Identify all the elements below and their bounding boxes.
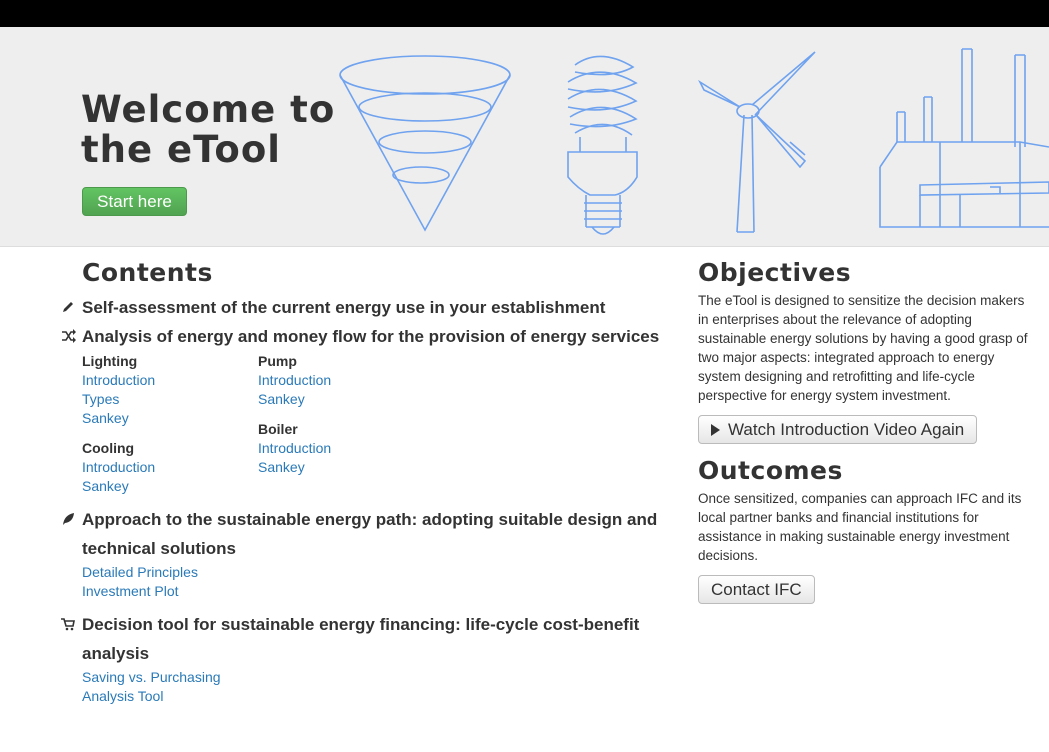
boiler-sankey-link[interactable]: Sankey (258, 458, 458, 477)
analysis-tool-link[interactable]: Analysis Tool (82, 687, 680, 706)
shopping-cart-icon (60, 616, 76, 632)
section-title[interactable]: Self-assessment of the current energy us… (82, 293, 680, 322)
sustainable-path-links: Detailed Principles Investment Plot (82, 563, 680, 601)
contents-panel: Contents Self-assessment of the current … (60, 258, 680, 706)
shuffle-icon (60, 328, 76, 344)
contact-ifc-button[interactable]: Contact IFC (698, 575, 815, 604)
wind-turbine-illustration (698, 51, 816, 233)
section-sustainable-path: Approach to the sustainable energy path:… (60, 505, 680, 601)
section-title[interactable]: Decision tool for sustainable energy fin… (82, 610, 680, 668)
pump-introduction-link[interactable]: Introduction (258, 371, 458, 390)
pump-sankey-link[interactable]: Sankey (258, 390, 458, 409)
lighting-types-link[interactable]: Types (82, 390, 258, 409)
group-lighting: Lighting Introduction Types Sankey (82, 352, 258, 428)
cooling-introduction-link[interactable]: Introduction (82, 458, 258, 477)
section-self-assessment: Self-assessment of the current energy us… (60, 293, 680, 322)
group-heading: Pump (258, 353, 297, 369)
sidebar-panel: Objectives The eTool is designed to sens… (698, 258, 1038, 604)
group-heading: Lighting (82, 353, 138, 369)
investment-plot-link[interactable]: Investment Plot (82, 582, 680, 601)
saving-vs-purchasing-link[interactable]: Saving vs. Purchasing (82, 668, 680, 687)
outcomes-text: Once sensitized, companies can approach … (698, 491, 1022, 563)
lighting-introduction-link[interactable]: Introduction (82, 371, 258, 390)
section-title[interactable]: Approach to the sustainable energy path:… (82, 505, 680, 563)
detailed-principles-link[interactable]: Detailed Principles (82, 563, 680, 582)
funnel-illustration (339, 55, 511, 232)
group-boiler: Boiler Introduction Sankey (258, 420, 458, 477)
section-title[interactable]: Analysis of energy and money flow for th… (82, 322, 680, 351)
lighting-sankey-link[interactable]: Sankey (82, 409, 258, 428)
hero-banner: Welcome to the eTool Start here (0, 27, 1049, 247)
start-here-button[interactable]: Start here (82, 187, 187, 216)
light-bulb-illustration (567, 55, 638, 235)
play-icon (711, 424, 720, 436)
hero-title: Welcome to the eTool (81, 88, 336, 171)
section-decision-tool: Decision tool for sustainable energy fin… (60, 610, 680, 706)
group-cooling: Cooling Introduction Sankey (82, 439, 258, 496)
factory-illustration (879, 48, 1049, 228)
services-column-right: Pump Introduction Sankey Boiler Introduc… (258, 352, 458, 496)
top-navbar (0, 0, 1049, 27)
objectives-text: The eTool is designed to sensitize the d… (698, 293, 1028, 403)
outcomes-heading: Outcomes (698, 456, 843, 485)
energy-services-grid: Lighting Introduction Types Sankey Cooli… (82, 352, 680, 496)
cooling-sankey-link[interactable]: Sankey (82, 477, 258, 496)
pencil-icon (60, 299, 76, 315)
watch-video-label: Watch Introduction Video Again (728, 420, 965, 439)
section-energy-flow: Analysis of energy and money flow for th… (60, 322, 680, 496)
group-heading: Boiler (258, 421, 298, 437)
leaf-icon (60, 511, 76, 527)
services-column-left: Lighting Introduction Types Sankey Cooli… (82, 352, 258, 496)
decision-tool-links: Saving vs. Purchasing Analysis Tool (82, 668, 680, 706)
group-pump: Pump Introduction Sankey (258, 352, 458, 409)
boiler-introduction-link[interactable]: Introduction (258, 439, 458, 458)
contents-heading: Contents (82, 258, 213, 287)
group-heading: Cooling (82, 440, 135, 456)
objectives-heading: Objectives (698, 258, 852, 287)
watch-video-button[interactable]: Watch Introduction Video Again (698, 415, 978, 444)
